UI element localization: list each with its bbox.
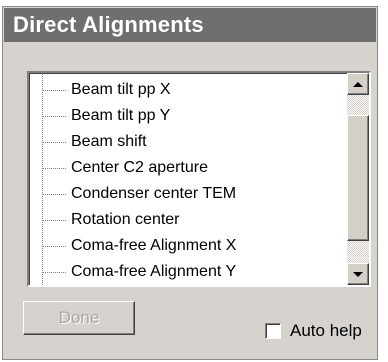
tree-connector [42,142,66,143]
list-item-rotation-center[interactable]: Rotation center [29,207,343,233]
list-item-label: Center C2 aperture [71,159,208,176]
tree-connector [42,272,66,273]
list-item-beam-tilt-pp-y[interactable]: Beam tilt pp Y [29,103,343,129]
list-item-label: Beam tilt pp Y [71,107,171,124]
alignments-items: Beam tilt pp X Beam tilt pp Y Beam shift… [29,77,343,285]
panel-title: Direct Alignments [4,8,376,42]
list-item-label: Coma-free Alignment Y [71,263,237,280]
tree-connector [42,220,66,221]
vertical-scrollbar[interactable] [347,73,369,285]
list-item-label: Coma-free Alignment X [71,237,237,254]
list-item-label: Beam shift [71,133,147,150]
tree-connector [42,116,66,117]
tree-connector [42,90,66,91]
auto-help-label: Auto help [290,321,362,340]
tree-connector [42,194,66,195]
list-item-coma-free-alignment-y[interactable]: Coma-free Alignment Y [29,259,343,285]
done-button[interactable]: Done [23,301,135,335]
direct-alignments-panel: Direct Alignments Beam tilt pp X Beam ti… [2,6,378,360]
list-item-label: Beam tilt pp X [71,81,171,98]
list-item-label: Condenser center TEM [71,185,237,202]
arrow-down-icon [353,271,363,277]
list-item-beam-shift[interactable]: Beam shift [29,129,343,155]
tree-connector [42,168,66,169]
scroll-down-button[interactable] [347,263,369,285]
list-item-beam-tilt-pp-x[interactable]: Beam tilt pp X [29,77,343,103]
tree-connector [42,246,66,247]
arrow-up-icon [353,81,363,87]
scrollbar-thumb[interactable] [347,115,369,241]
scroll-up-button[interactable] [347,73,369,95]
auto-help-toggle[interactable]: Auto help [265,321,362,341]
auto-help-checkbox[interactable] [265,323,281,339]
list-item-center-c2-aperture[interactable]: Center C2 aperture [29,155,343,181]
list-item-condenser-center-tem[interactable]: Condenser center TEM [29,181,343,207]
list-item-coma-free-alignment-x[interactable]: Coma-free Alignment X [29,233,343,259]
alignments-list[interactable]: Beam tilt pp X Beam tilt pp Y Beam shift… [27,71,371,287]
list-item-label: Rotation center [71,211,180,228]
